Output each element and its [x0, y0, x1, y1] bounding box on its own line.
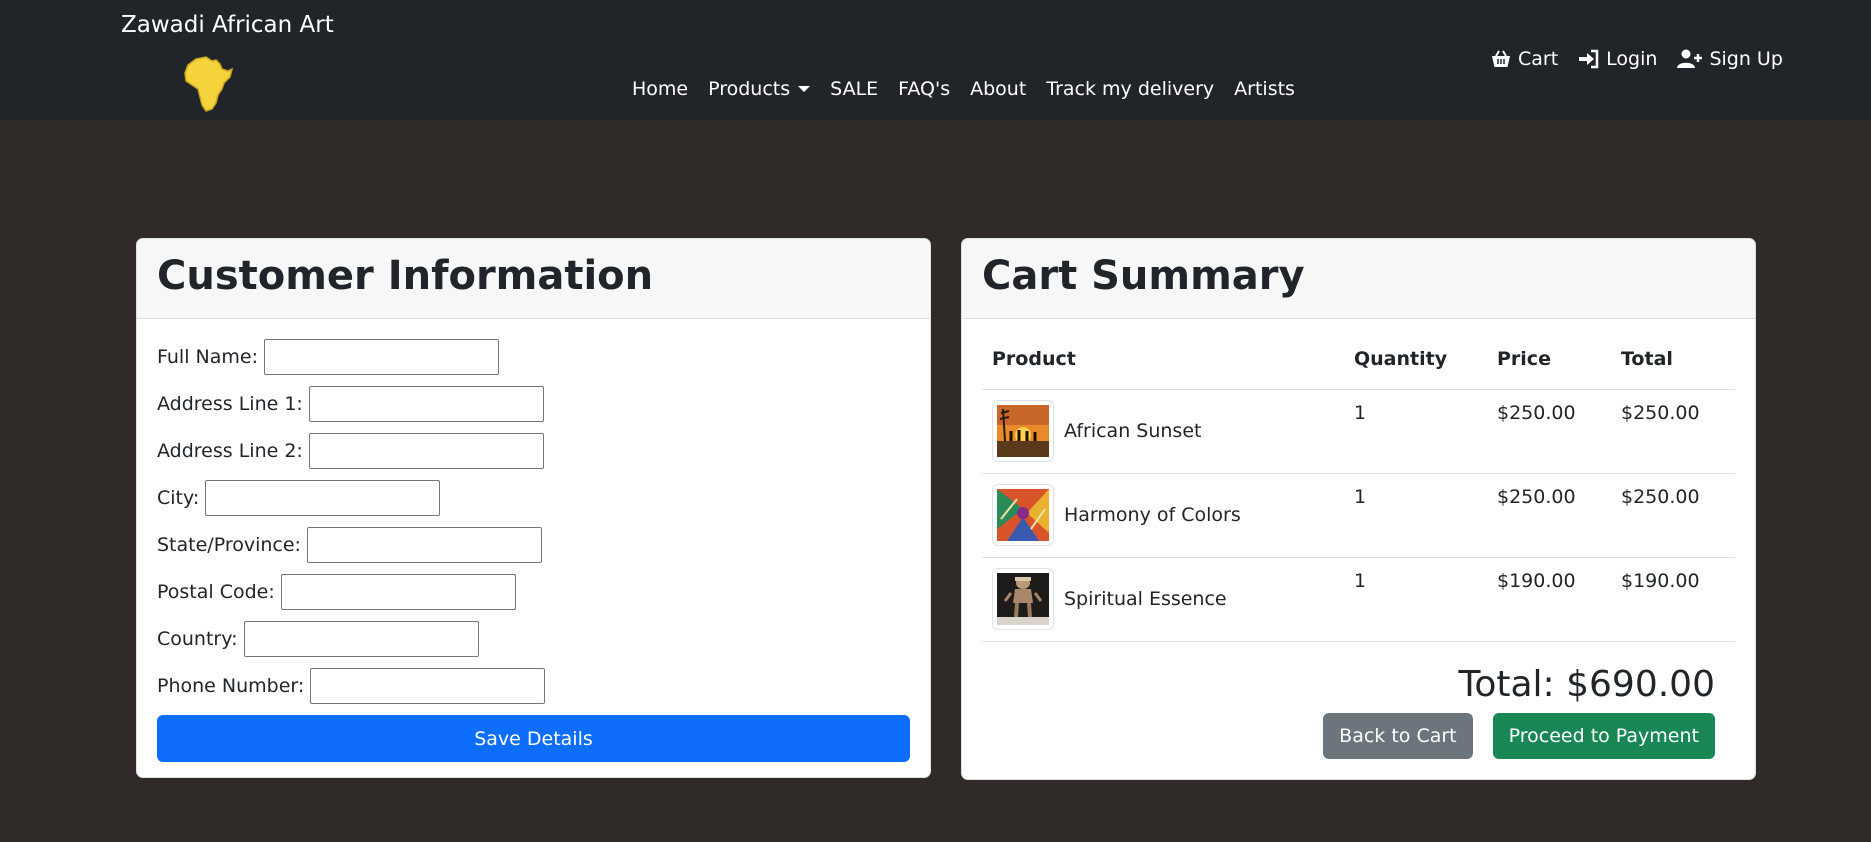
proceed-to-payment-button[interactable]: Proceed to Payment: [1492, 713, 1715, 759]
column-header-total: Total: [1611, 319, 1735, 390]
form-row-address-2: Address Line 2:: [157, 433, 910, 469]
product-thumbnail[interactable]: [992, 484, 1054, 546]
nav-products-dropdown[interactable]: Products: [708, 78, 811, 100]
address-line-2-input[interactable]: [308, 433, 544, 469]
table-row: Harmony of Colors 1 $250.00 $250.00: [982, 473, 1735, 558]
cart-table-wrap: Product Quantity Price Total African Sun…: [962, 319, 1755, 705]
nav-home[interactable]: Home: [632, 78, 688, 100]
caret-down-icon: [798, 86, 811, 92]
state-province-label: State/Province:: [157, 534, 301, 556]
form-row-full-name: Full Name:: [157, 339, 910, 375]
cart-grand-total: Total: $690.00: [1458, 663, 1715, 705]
brand-name[interactable]: Zawadi African Art: [121, 12, 334, 38]
total-cell: $190.00: [1611, 557, 1735, 642]
postal-code-label: Postal Code:: [157, 581, 275, 603]
full-name-input[interactable]: [263, 339, 499, 375]
form-row-state: State/Province:: [157, 527, 910, 563]
customer-info-title: Customer Information: [137, 239, 930, 319]
price-cell: $250.00: [1487, 473, 1611, 558]
back-to-cart-button[interactable]: Back to Cart: [1323, 713, 1473, 759]
nav-track-delivery[interactable]: Track my delivery: [1046, 78, 1214, 100]
postal-code-input[interactable]: [280, 574, 516, 610]
quantity-cell: 1: [1344, 389, 1487, 474]
login-label: Login: [1606, 48, 1658, 70]
signup-link[interactable]: Sign Up: [1677, 48, 1783, 70]
nav-products-label: Products: [708, 78, 791, 100]
account-nav: Cart Login Sign Up: [1490, 48, 1803, 70]
product-name: Spiritual Essence: [1064, 588, 1227, 610]
form-row-address-1: Address Line 1:: [157, 386, 910, 422]
quantity-cell: 1: [1344, 557, 1487, 642]
nav-about[interactable]: About: [970, 78, 1026, 100]
sign-in-icon: [1579, 49, 1599, 69]
product-cell: Harmony of Colors: [982, 473, 1344, 558]
sculpture-icon: [997, 573, 1049, 625]
nav-sale[interactable]: SALE: [830, 78, 878, 100]
table-header-row: Product Quantity Price Total: [982, 319, 1735, 390]
product-thumbnail[interactable]: [992, 568, 1054, 630]
product-name: African Sunset: [1064, 420, 1202, 442]
product-name: Harmony of Colors: [1064, 504, 1241, 526]
cart-label: Cart: [1518, 48, 1559, 70]
basket-icon: [1492, 50, 1510, 67]
cart-summary-card: Cart Summary Product Quantity Price Tota…: [961, 238, 1756, 780]
address-line-2-label: Address Line 2:: [157, 440, 303, 462]
column-header-product: Product: [982, 319, 1344, 390]
form-row-postal: Postal Code:: [157, 574, 910, 610]
phone-number-input[interactable]: [310, 668, 546, 704]
cart-link[interactable]: Cart: [1490, 48, 1558, 70]
table-row: Spiritual Essence 1 $190.00 $190.00: [982, 557, 1735, 642]
full-name-label: Full Name:: [157, 346, 258, 368]
column-header-quantity: Quantity: [1344, 319, 1487, 390]
state-province-input[interactable]: [306, 527, 542, 563]
signup-label: Sign Up: [1709, 48, 1783, 70]
total-cell: $250.00: [1611, 473, 1735, 558]
city-input[interactable]: [205, 480, 441, 516]
address-line-1-input[interactable]: [308, 386, 544, 422]
product-cell: African Sunset: [982, 389, 1344, 474]
product-cell: Spiritual Essence: [982, 557, 1344, 642]
country-label: Country:: [157, 628, 238, 650]
form-row-phone: Phone Number:: [157, 668, 910, 704]
top-navbar: Zawadi African Art Home Products SALE FA…: [0, 0, 1871, 120]
quantity-cell: 1: [1344, 473, 1487, 558]
cart-actions: Back to Cart Proceed to Payment: [1323, 713, 1715, 759]
table-row: African Sunset 1 $250.00 $250.00: [982, 389, 1735, 474]
total-cell: $250.00: [1611, 389, 1735, 474]
form-row-country: Country:: [157, 621, 910, 657]
sunset-painting-icon: [997, 405, 1049, 457]
login-link[interactable]: Login: [1578, 48, 1657, 70]
form-row-city: City:: [157, 480, 910, 516]
nav-faq[interactable]: FAQ's: [898, 78, 950, 100]
address-line-1-label: Address Line 1:: [157, 393, 303, 415]
city-label: City:: [157, 487, 200, 509]
phone-number-label: Phone Number:: [157, 675, 305, 697]
product-thumbnail[interactable]: [992, 400, 1054, 462]
user-plus-icon: [1677, 49, 1703, 68]
africa-logo-icon[interactable]: [182, 55, 236, 113]
customer-info-card: Customer Information Full Name: Address …: [136, 238, 931, 778]
customer-form: Full Name: Address Line 1: Address Line …: [137, 319, 930, 762]
cart-summary-title: Cart Summary: [962, 239, 1755, 319]
main-nav: Home Products SALE FAQ's About Track my …: [632, 78, 1315, 100]
price-cell: $250.00: [1487, 389, 1611, 474]
cart-table: Product Quantity Price Total African Sun…: [982, 319, 1735, 642]
nav-artists[interactable]: Artists: [1234, 78, 1295, 100]
save-details-button[interactable]: Save Details: [157, 715, 910, 762]
column-header-price: Price: [1487, 319, 1611, 390]
price-cell: $190.00: [1487, 557, 1611, 642]
country-input[interactable]: [243, 621, 479, 657]
abstract-painting-icon: [997, 489, 1049, 541]
